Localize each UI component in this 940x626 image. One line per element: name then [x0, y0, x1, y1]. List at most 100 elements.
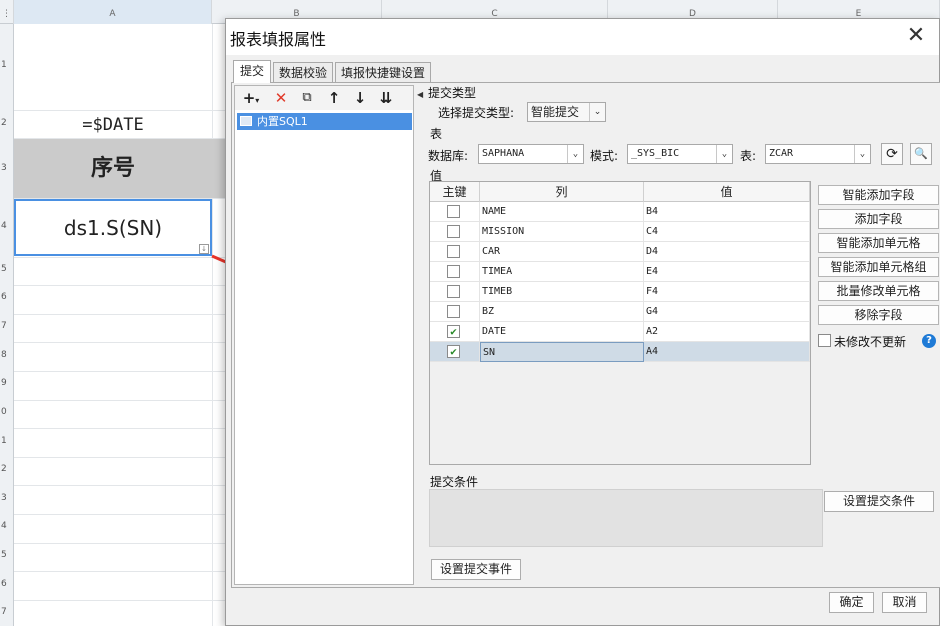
- no-update-unmodified-label: 未修改不更新: [834, 335, 907, 349]
- add-field-button[interactable]: 添加字段: [818, 209, 939, 229]
- header-column[interactable]: 列: [480, 182, 644, 202]
- tab-shortcut-settings[interactable]: 填报快捷键设置: [335, 62, 431, 83]
- key-cell: [430, 302, 480, 322]
- submit-type-select[interactable]: 智能提交 ⌄: [527, 102, 606, 122]
- table-row[interactable]: TIMEB F4: [430, 282, 810, 302]
- primary-key-checkbox[interactable]: [447, 225, 460, 238]
- tab-panel-submit: +▾ ✕ ⧉ ↑ ↓ ⇊ 内置SQL1 ◀ 提交类型 选择提交类型: 智能提交 …: [231, 82, 940, 588]
- column-name-cell[interactable]: NAME: [480, 202, 644, 222]
- submit-type-value: 智能提交: [531, 105, 580, 119]
- schema-value: _SYS_BIC: [631, 148, 680, 159]
- chevron-down-icon: ⌄: [716, 145, 732, 163]
- move-up-icon[interactable]: ↑: [323, 87, 345, 109]
- submit-settings-pane: 提交类型 选择提交类型: 智能提交 ⌄ 表 数据库: SAPHANA ⌄ 模式:…: [424, 83, 940, 587]
- column-name-cell[interactable]: BZ: [480, 302, 644, 322]
- cancel-button[interactable]: 取消: [882, 592, 927, 613]
- move-bottom-icon[interactable]: ⇊: [375, 87, 397, 109]
- key-cell: [430, 222, 480, 242]
- table-label: 表:: [740, 149, 757, 163]
- sql-list-pane: +▾ ✕ ⧉ ↑ ↓ ⇊ 内置SQL1: [234, 85, 414, 585]
- primary-key-checkbox[interactable]: ✔: [447, 325, 460, 338]
- key-cell: [430, 262, 480, 282]
- field-mapping-table: 主键 列 值 NAME B4 MISSION C4 CAR D4 TIMEA E4 TIMEB F…: [429, 181, 811, 465]
- key-cell: ✔: [430, 342, 480, 362]
- key-cell: [430, 242, 480, 262]
- primary-key-checkbox[interactable]: [447, 285, 460, 298]
- add-icon[interactable]: +▾: [237, 87, 265, 109]
- tab-data-validation[interactable]: 数据校验: [273, 62, 333, 83]
- value-cell[interactable]: F4: [644, 282, 810, 302]
- column-name-cell[interactable]: CAR: [480, 242, 644, 262]
- list-item-label: 内置SQL1: [257, 115, 308, 128]
- help-icon[interactable]: ?: [922, 334, 936, 348]
- header-value[interactable]: 值: [644, 182, 810, 202]
- set-submit-event-button[interactable]: 设置提交事件: [431, 559, 521, 580]
- database-label: 数据库:: [428, 149, 469, 163]
- table-row[interactable]: MISSION C4: [430, 222, 810, 242]
- table-row[interactable]: CAR D4: [430, 242, 810, 262]
- dialog-title: 报表填报属性: [230, 30, 327, 49]
- value-cell[interactable]: E4: [644, 262, 810, 282]
- select-type-label: 选择提交类型:: [438, 106, 515, 120]
- column-name-cell[interactable]: SN: [480, 342, 644, 362]
- value-cell[interactable]: D4: [644, 242, 810, 262]
- smart-add-cell-group-button[interactable]: 智能添加单元格组: [818, 257, 939, 277]
- key-cell: [430, 202, 480, 222]
- key-cell: [430, 282, 480, 302]
- tab-submit[interactable]: 提交: [233, 60, 271, 83]
- chevron-down-icon: ⌄: [854, 145, 870, 163]
- primary-key-checkbox[interactable]: [447, 265, 460, 278]
- dialog-titlebar[interactable]: 报表填报属性 ✕: [226, 19, 939, 55]
- copy-icon[interactable]: ⧉: [296, 87, 318, 109]
- section-submit-type: 提交类型: [428, 86, 477, 100]
- move-down-icon[interactable]: ↓: [349, 87, 371, 109]
- delete-icon[interactable]: ✕: [270, 87, 292, 109]
- preview-icon[interactable]: 🔍: [910, 143, 932, 165]
- remove-field-button[interactable]: 移除字段: [818, 305, 939, 325]
- section-submit-condition: 提交条件: [430, 475, 479, 489]
- table-row[interactable]: TIMEA E4: [430, 262, 810, 282]
- list-item-builtin-sql1[interactable]: 内置SQL1: [237, 113, 412, 130]
- table-row[interactable]: ✔ SN A4: [430, 342, 810, 362]
- batch-modify-cell-button[interactable]: 批量修改单元格: [818, 281, 939, 301]
- no-update-unmodified-checkbox[interactable]: [818, 334, 831, 347]
- table-select[interactable]: ZCAR ⌄: [765, 144, 871, 164]
- table-icon: [240, 116, 252, 126]
- value-cell[interactable]: A2: [644, 322, 810, 342]
- collapse-arrow-icon[interactable]: ◀: [417, 90, 423, 99]
- smart-add-field-button[interactable]: 智能添加字段: [818, 185, 939, 205]
- column-name-cell[interactable]: TIMEB: [480, 282, 644, 302]
- database-select[interactable]: SAPHANA ⌄: [478, 144, 584, 164]
- schema-select[interactable]: _SYS_BIC ⌄: [627, 144, 733, 164]
- header-primary-key[interactable]: 主键: [430, 182, 480, 202]
- table-value: ZCAR: [769, 148, 794, 159]
- close-icon[interactable]: ✕: [904, 25, 928, 49]
- smart-add-cell-button[interactable]: 智能添加单元格: [818, 233, 939, 253]
- left-toolbar: +▾ ✕ ⧉ ↑ ↓ ⇊: [235, 86, 413, 110]
- primary-key-checkbox[interactable]: ✔: [447, 345, 460, 358]
- chevron-down-icon: ⌄: [567, 145, 583, 163]
- pane-splitter[interactable]: ◀: [417, 85, 423, 585]
- table-header: 主键 列 值: [430, 182, 810, 202]
- column-name-cell[interactable]: MISSION: [480, 222, 644, 242]
- primary-key-checkbox[interactable]: [447, 305, 460, 318]
- section-table: 表: [430, 127, 443, 141]
- value-cell[interactable]: G4: [644, 302, 810, 322]
- table-row[interactable]: BZ G4: [430, 302, 810, 322]
- primary-key-checkbox[interactable]: [447, 205, 460, 218]
- value-cell[interactable]: C4: [644, 222, 810, 242]
- value-cell[interactable]: B4: [644, 202, 810, 222]
- chevron-down-icon: ⌄: [589, 103, 605, 121]
- value-cell[interactable]: A4: [644, 342, 810, 362]
- table-row[interactable]: NAME B4: [430, 202, 810, 222]
- primary-key-checkbox[interactable]: [447, 245, 460, 258]
- database-value: SAPHANA: [482, 148, 525, 159]
- column-name-cell[interactable]: DATE: [480, 322, 644, 342]
- schema-label: 模式:: [590, 149, 619, 163]
- submit-condition-area[interactable]: [429, 489, 823, 547]
- table-row[interactable]: ✔ DATE A2: [430, 322, 810, 342]
- column-name-cell[interactable]: TIMEA: [480, 262, 644, 282]
- refresh-icon[interactable]: ⟳: [881, 143, 903, 165]
- ok-button[interactable]: 确定: [829, 592, 874, 613]
- set-submit-condition-button[interactable]: 设置提交条件: [824, 491, 934, 512]
